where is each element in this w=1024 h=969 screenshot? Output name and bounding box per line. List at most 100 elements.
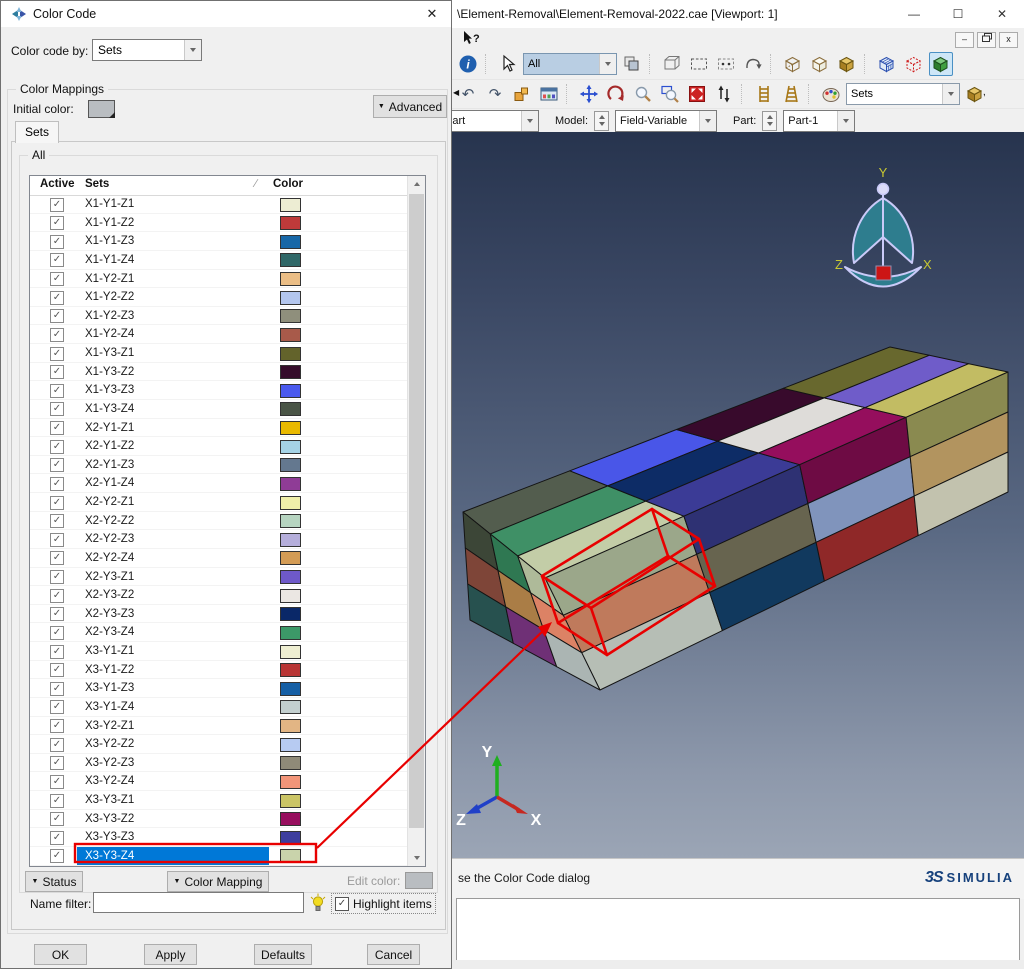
set-active-checkbox[interactable]: ✓	[50, 533, 64, 547]
set-name[interactable]: X1-Y3-Z4	[77, 400, 269, 418]
set-active-checkbox[interactable]: ✓	[50, 198, 64, 212]
set-row[interactable]: ✓ X1-Y3-Z2	[30, 363, 409, 382]
advanced-button[interactable]: ▼ Advanced	[373, 95, 447, 118]
visible-objects-menu-icon[interactable]: ▾	[963, 82, 987, 106]
set-color-swatch[interactable]	[280, 477, 301, 491]
chevron-down-icon[interactable]	[599, 54, 616, 74]
name-filter-input[interactable]	[93, 892, 304, 913]
set-active-checkbox[interactable]: ✓	[50, 719, 64, 733]
query-info-icon[interactable]: i	[456, 52, 480, 76]
render-wireframe-icon[interactable]	[781, 52, 805, 76]
set-row[interactable]: ✓X3-Y2-Z4	[30, 772, 409, 791]
pan-view-icon[interactable]	[577, 82, 601, 106]
defaults-button[interactable]: Defaults	[254, 944, 312, 965]
set-row[interactable]: ✓X2-Y2-Z1	[30, 493, 409, 512]
show-mesh-icon[interactable]	[875, 52, 899, 76]
set-color-swatch[interactable]	[280, 402, 301, 416]
status-button[interactable]: ▼ Status	[25, 871, 83, 892]
set-name[interactable]: X1-Y3-Z2	[77, 363, 269, 381]
set-row[interactable]: ✓X2-Y3-Z4	[30, 623, 409, 642]
initial-color-swatch[interactable]	[88, 100, 115, 118]
set-color-swatch[interactable]	[280, 663, 301, 677]
set-name[interactable]: X3-Y2-Z4	[77, 772, 269, 790]
set-active-checkbox[interactable]: ✓	[50, 365, 64, 379]
set-name[interactable]: X3-Y3-Z2	[77, 810, 269, 828]
mdi-minimize-icon[interactable]: –	[955, 32, 974, 48]
set-color-swatch[interactable]	[280, 756, 301, 770]
set-row[interactable]: ✓X2-Y2-Z4	[30, 549, 409, 568]
set-active-checkbox[interactable]: ✓	[50, 645, 64, 659]
set-row[interactable]: ✓X1-Y1-Z1	[30, 195, 409, 214]
set-name[interactable]: X1-Y2-Z1	[77, 270, 269, 288]
set-name[interactable]: X2-Y1-Z2	[77, 437, 269, 455]
render-shaded-icon[interactable]	[835, 52, 859, 76]
set-row[interactable]: ✓X1-Y3-Z3	[30, 381, 409, 400]
rotate-view-icon[interactable]	[604, 82, 628, 106]
set-active-checkbox[interactable]: ✓	[50, 477, 64, 491]
set-color-swatch[interactable]	[280, 253, 301, 267]
render-tapered-beam-icon[interactable]	[779, 82, 803, 106]
box-select-icon[interactable]	[687, 52, 711, 76]
set-color-swatch[interactable]	[280, 812, 301, 826]
tips-lightbulb-icon[interactable]	[309, 893, 327, 917]
set-color-swatch[interactable]	[280, 328, 301, 342]
set-color-swatch[interactable]	[280, 235, 301, 249]
highlight-items-toggle[interactable]: ✓ Highlight items	[331, 893, 436, 914]
lasso-select-icon[interactable]	[741, 52, 765, 76]
message-area[interactable]	[456, 898, 1020, 961]
select-arrow-icon[interactable]	[496, 52, 520, 76]
box-zoom-icon[interactable]	[658, 82, 682, 106]
set-active-checkbox[interactable]: ✓	[50, 514, 64, 528]
chevron-down-icon[interactable]	[521, 111, 538, 131]
set-name[interactable]: X2-Y2-Z4	[77, 549, 269, 567]
set-row[interactable]: ✓X2-Y3-Z2	[30, 586, 409, 605]
set-active-checkbox[interactable]: ✓	[50, 812, 64, 826]
set-color-swatch[interactable]	[280, 645, 301, 659]
undo-icon[interactable]: ↶	[456, 82, 480, 106]
scroll-down-icon[interactable]	[408, 850, 425, 866]
auto-fit-view-icon[interactable]	[685, 82, 709, 106]
set-active-checkbox[interactable]: ✓	[50, 626, 64, 640]
set-row[interactable]: ✓X3-Y2-Z2	[30, 735, 409, 754]
model-combo[interactable]: Field-Variable	[615, 110, 717, 132]
set-active-checkbox[interactable]: ✓	[50, 589, 64, 603]
set-color-swatch[interactable]	[280, 849, 301, 863]
set-color-swatch[interactable]	[280, 458, 301, 472]
set-active-checkbox[interactable]: ✓	[50, 738, 64, 752]
set-color-swatch[interactable]	[280, 551, 301, 565]
dialog-close-icon[interactable]: ✕	[421, 4, 443, 24]
set-color-swatch[interactable]	[280, 589, 301, 603]
set-name[interactable]: X1-Y1-Z2	[77, 214, 269, 232]
set-active-checkbox[interactable]: ✓	[50, 402, 64, 416]
set-name[interactable]: X3-Y1-Z4	[77, 698, 269, 716]
set-name[interactable]: X2-Y2-Z3	[77, 530, 269, 548]
scroll-up-icon[interactable]	[408, 176, 425, 192]
set-row[interactable]: ✓X3-Y1-Z1	[30, 642, 409, 661]
set-row[interactable]: ✓X2-Y1-Z3	[30, 456, 409, 475]
set-color-swatch[interactable]	[280, 794, 301, 808]
set-name[interactable]: X2-Y1-Z3	[77, 456, 269, 474]
set-row[interactable]: ✓X1-Y1-Z3	[30, 232, 409, 251]
color-mapping-button[interactable]: ▼ Color Mapping	[167, 871, 269, 892]
color-code-toggle-icon[interactable]	[929, 52, 953, 76]
set-color-swatch[interactable]	[280, 347, 301, 361]
toolbar-overflow-icon[interactable]: ◀	[453, 88, 459, 97]
set-row[interactable]: ✓X3-Y3-Z3	[30, 828, 409, 847]
chevron-down-icon[interactable]	[184, 40, 201, 60]
maximize-button[interactable]: ☐	[936, 0, 980, 28]
set-row[interactable]: ✓X1-Y2-Z4	[30, 325, 409, 344]
set-name[interactable]: X3-Y3-Z3	[77, 828, 269, 846]
viewport-canvas[interactable]	[452, 132, 1024, 858]
redo-icon[interactable]: ↷	[483, 82, 507, 106]
chevron-down-icon[interactable]	[942, 84, 959, 104]
set-row[interactable]: ✓X1-Y3-Z1	[30, 344, 409, 363]
set-row[interactable]: ✓X2-Y3-Z1	[30, 568, 409, 587]
set-name[interactable]: X2-Y2-Z1	[77, 493, 269, 511]
render-hiddenline-icon[interactable]	[808, 52, 832, 76]
set-active-checkbox[interactable]: ✓	[50, 235, 64, 249]
set-name[interactable]: X3-Y2-Z3	[77, 754, 269, 772]
part-combo[interactable]: Part-1	[783, 110, 855, 132]
set-row[interactable]: ✓X2-Y2-Z2	[30, 512, 409, 531]
set-name[interactable]: X1-Y3-Z3	[77, 381, 269, 399]
set-row[interactable]: ✓X3-Y3-Z4	[30, 847, 409, 866]
